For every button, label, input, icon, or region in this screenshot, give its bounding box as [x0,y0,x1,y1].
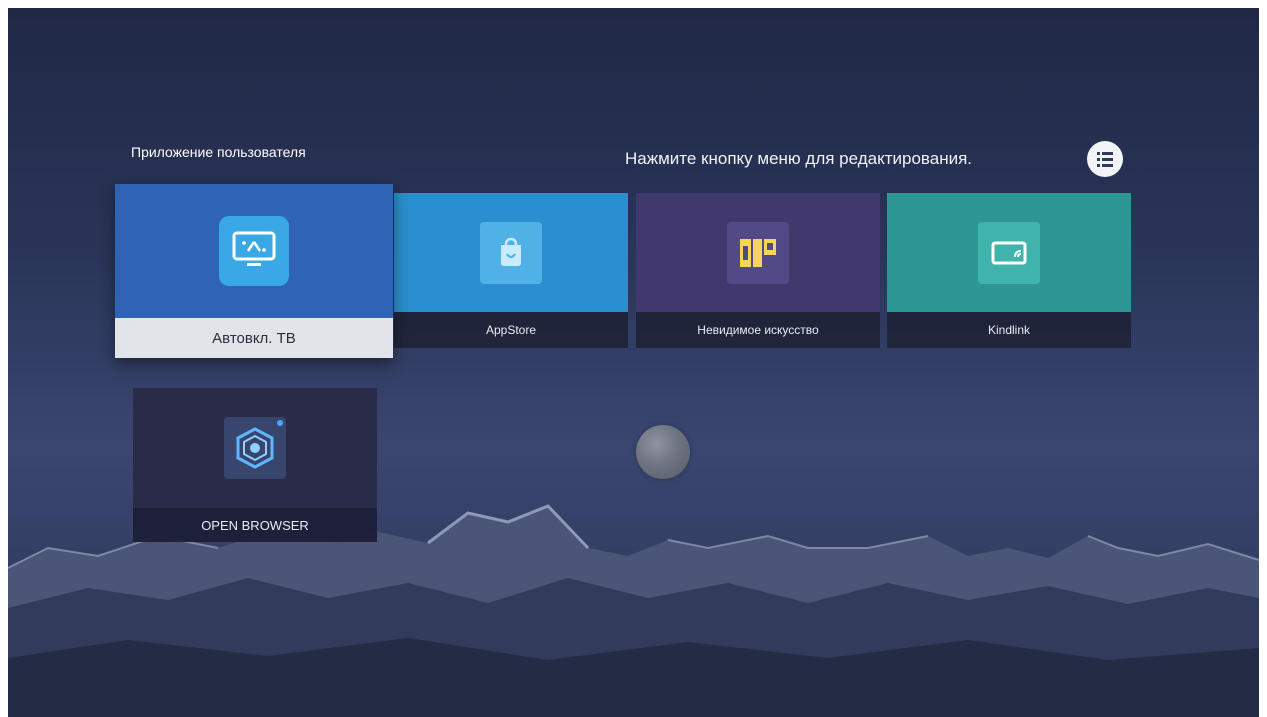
app-label: AppStore [394,312,628,348]
hexagon-browser-icon [224,417,286,479]
menu-button[interactable] [1087,141,1123,177]
edit-hint: Нажмите кнопку меню для редактирования. [625,149,973,168]
app-tile-kindlink[interactable]: Kindlink [887,193,1131,348]
tv-home-screen: Приложение пользователя Нажмите кнопку м… [8,8,1259,717]
list-menu-icon [1097,151,1113,167]
tile-icon-area [636,193,880,312]
app-label: Kindlink [887,312,1131,348]
tv-monitor-icon [219,216,289,286]
store-bag-icon [480,221,542,284]
app-tile-invisible-art[interactable]: Невидимое искусство [636,193,880,348]
art-frames-icon [727,221,789,284]
tile-icon-area [394,193,628,312]
tile-icon-area [887,193,1131,312]
screen-cast-icon [978,221,1040,284]
app-tile-open-browser[interactable]: OPEN BROWSER [133,388,377,542]
app-tile-appstore[interactable]: AppStore [394,193,628,348]
tile-icon-area [115,184,393,318]
tile-icon-area [133,388,377,508]
section-title: Приложение пользователя [131,144,306,160]
app-label: OPEN BROWSER [133,508,377,542]
moon [636,425,690,479]
mountain-background [8,504,1259,717]
app-label: Автовкл. ТВ [115,318,393,358]
app-label: Невидимое искусство [636,312,880,348]
app-tile-autotv[interactable]: Автовкл. ТВ [115,184,393,358]
